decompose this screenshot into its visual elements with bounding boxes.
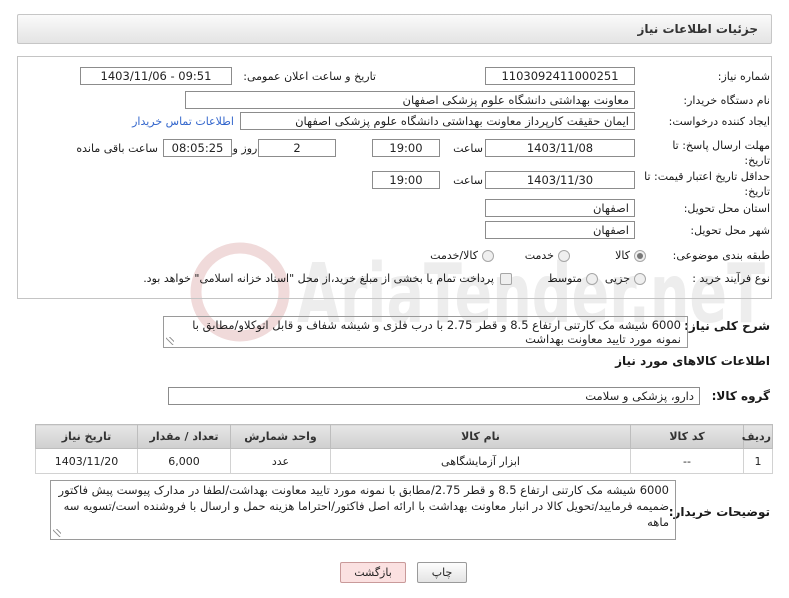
- column-header-unit: واحد شمارش: [230, 424, 331, 449]
- category-radio-service[interactable]: [558, 250, 570, 262]
- column-header-row-number: ردیف: [742, 424, 773, 449]
- category-label: طبقه بندی موضوعی:: [672, 249, 770, 262]
- description-textarea[interactable]: 6000 شیشه مک کارتنی ارتفاع 8.5 و قطر 2.7…: [163, 316, 688, 348]
- remaining-days-field[interactable]: 2: [258, 139, 336, 157]
- response-deadline-time-field[interactable]: 19:00: [372, 139, 440, 157]
- resize-grip[interactable]: [53, 529, 61, 537]
- process-option-medium-label: متوسط: [547, 272, 582, 285]
- category-radio-goods-service[interactable]: [482, 250, 494, 262]
- buyer-contact-link[interactable]: اطلاعات تماس خریدار: [112, 113, 234, 130]
- buyer-org-field[interactable]: معاونت بهداشتی دانشگاه علوم پزشکی اصفهان: [185, 91, 635, 109]
- goods-group-label: گروه کالا:: [711, 389, 770, 403]
- description-label: شرح کلی نیاز:: [684, 319, 770, 333]
- cell-quantity: 6,000: [137, 448, 231, 474]
- price-validity-date-field[interactable]: 1403/11/30: [485, 171, 635, 189]
- category-option-goods-service-label: کالا/خدمت: [430, 249, 478, 262]
- process-type-label: نوع فرآیند خرید :: [692, 272, 770, 285]
- remaining-days-label: روز و: [232, 142, 258, 155]
- column-header-quantity: تعداد / مقدار: [137, 424, 231, 449]
- items-table: ردیف کد کالا نام کالا واحد شمارش تعداد /…: [35, 424, 773, 474]
- process-radio-minor[interactable]: [634, 273, 646, 285]
- province-field[interactable]: اصفهان: [485, 199, 635, 217]
- category-option-goods-label: کالا: [615, 249, 630, 262]
- announce-datetime-label: تاریخ و ساعت اعلان عمومی:: [243, 70, 376, 83]
- process-option-minor-label: جزیی: [604, 272, 630, 285]
- column-header-item-name: نام کالا: [330, 424, 631, 449]
- table-header-row: ردیف کد کالا نام کالا واحد شمارش تعداد /…: [35, 424, 773, 449]
- print-button[interactable]: چاپ: [417, 562, 467, 583]
- treasury-checkbox[interactable]: [500, 273, 512, 285]
- city-label: شهر محل تحویل:: [690, 224, 770, 237]
- category-option-service-label: خدمت: [524, 249, 554, 262]
- cell-row-number: 1: [743, 448, 773, 474]
- buyer-notes-textarea[interactable]: 6000 شیشه مک کارتنی ارتفاع 8.5 و قطر 2.7…: [50, 480, 676, 540]
- price-validity-time-field[interactable]: 19:00: [372, 171, 440, 189]
- table-row: 1 -- ابزار آزمایشگاهی عدد 6,000 1403/11/…: [35, 448, 773, 474]
- column-header-item-code: کد کالا: [630, 424, 744, 449]
- description-text: 6000 شیشه مک کارتنی ارتفاع 8.5 و قطر 2.7…: [192, 318, 681, 346]
- cell-item-code: --: [630, 448, 744, 474]
- need-number-field[interactable]: 1103092411000251: [485, 67, 635, 85]
- response-deadline-label-line2: تاریخ:: [744, 154, 770, 167]
- response-deadline-date-field[interactable]: 1403/11/08: [485, 139, 635, 157]
- price-validity-time-label: ساعت: [453, 174, 483, 187]
- response-deadline-time-label: ساعت: [453, 142, 483, 155]
- cell-item-name: ابزار آزمایشگاهی: [330, 448, 631, 474]
- back-button[interactable]: بازگشت: [340, 562, 406, 583]
- process-radio-medium[interactable]: [586, 273, 598, 285]
- category-radio-goods[interactable]: [634, 250, 646, 262]
- need-number-label: شماره نیاز:: [717, 70, 770, 83]
- buyer-notes-label: توضیحات خریدار:: [668, 505, 770, 519]
- treasury-checkbox-label: پرداخت تمام یا بخشی از مبلغ خرید،از محل …: [143, 272, 494, 285]
- creator-field[interactable]: ایمان حقیقت کارپرداز معاونت بهداشتی دانش…: [240, 112, 635, 130]
- buyer-notes-text: 6000 شیشه مک کارتنی ارتفاع 8.5 و قطر 2.7…: [58, 483, 669, 529]
- cell-unit: عدد: [230, 448, 331, 474]
- announce-datetime-field[interactable]: 1403/11/06 - 09:51: [80, 67, 232, 85]
- items-section-heading: اطلاعات کالاهای مورد نیاز: [615, 354, 770, 368]
- page-title: جزئیات اطلاعات نیاز: [637, 22, 758, 36]
- page-header: جزئیات اطلاعات نیاز: [17, 14, 772, 44]
- creator-label: ایجاد کننده درخواست:: [668, 115, 770, 128]
- price-validity-label-line2: تاریخ:: [744, 185, 770, 198]
- cell-need-date: 1403/11/20: [35, 448, 138, 474]
- city-field[interactable]: اصفهان: [485, 221, 635, 239]
- resize-grip[interactable]: [166, 337, 174, 345]
- column-header-need-date: تاریخ نیاز: [35, 424, 138, 449]
- remaining-time-label: ساعت باقی مانده: [76, 142, 158, 155]
- buyer-org-label: نام دستگاه خریدار:: [683, 94, 770, 107]
- remaining-time-field[interactable]: 08:05:25: [163, 139, 232, 157]
- goods-group-field[interactable]: دارو، پزشکی و سلامت: [168, 387, 700, 405]
- province-label: استان محل تحویل:: [683, 202, 770, 215]
